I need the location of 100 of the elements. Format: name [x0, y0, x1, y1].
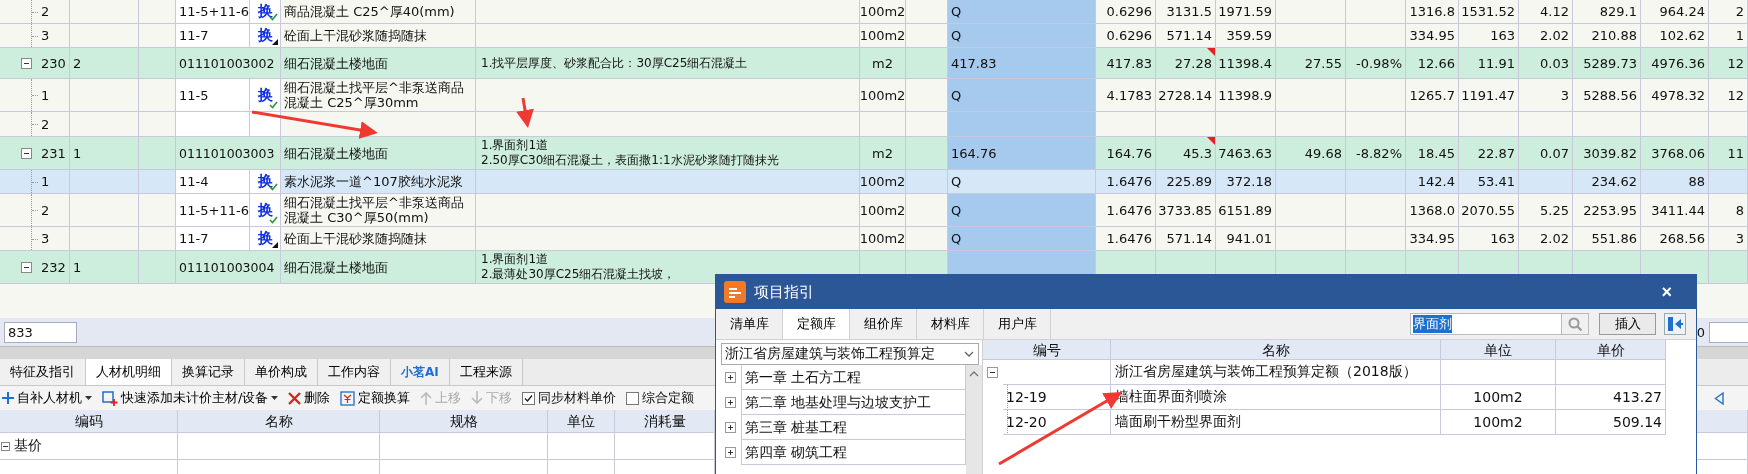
table-cell: 商品混凝土 C25^厚40(mm) — [284, 4, 455, 19]
table-cell: 359.59 — [1226, 28, 1272, 43]
table-cell: 11 — [1727, 145, 1744, 161]
table-cell: 100m2 — [859, 202, 906, 218]
table-cell: 372.18 — [1226, 174, 1272, 189]
table-cell: 3039.82 — [1583, 145, 1637, 161]
table-cell: 45.3 — [1183, 145, 1212, 161]
table-cell: 1971.59 — [1218, 4, 1272, 19]
table-cell: 1 — [41, 174, 50, 189]
table-cell: 1 — [41, 87, 50, 103]
table-cell: 砼面上干混砂浆随捣随抹 — [284, 28, 427, 43]
table-cell: 413.27 — [1613, 389, 1662, 405]
table-cell: 268.56 — [1659, 231, 1705, 246]
table-cell: 细石混凝土楼地面 — [284, 145, 388, 161]
value-label: 0 — [1696, 324, 1705, 340]
table-cell: 细石混凝土楼地面 — [284, 259, 388, 275]
table-cell: 细石混凝土楼地面 — [284, 55, 388, 71]
table-cell: 230 — [41, 55, 66, 71]
table-cell: 12-20 — [1006, 414, 1047, 430]
table-cell: 3131.5 — [1166, 4, 1212, 19]
table-cell: 2 — [1735, 4, 1744, 19]
table-cell: 232 — [41, 259, 66, 275]
table-cell: -8.82% — [1356, 145, 1402, 161]
table-cell: 4.12 — [1540, 4, 1569, 19]
table-cell: 1.6476 — [1106, 202, 1152, 218]
table-cell: 2 — [41, 116, 50, 132]
table-cell: 102.62 — [1659, 28, 1705, 43]
table-cell: 6151.89 — [1218, 202, 1272, 218]
table-cell: 551.86 — [1591, 231, 1637, 246]
table-cell: 22.87 — [1477, 145, 1515, 161]
table-cell: 829.1 — [1599, 4, 1637, 19]
table-cell: 210.88 — [1591, 28, 1637, 43]
table-cell: 142.4 — [1417, 174, 1455, 189]
table-cell: 砼面上干混砂浆随捣随抹 — [284, 231, 427, 246]
table-cell: 3 — [1735, 231, 1744, 246]
table-cell: 4.1783 — [1106, 87, 1152, 103]
table-cell: 3733.85 — [1158, 202, 1212, 218]
table-cell: 231 — [41, 145, 66, 161]
table-cell: 12 — [1727, 87, 1744, 103]
table-cell: 100m2 — [859, 28, 906, 43]
table-cell: 1.找平层厚度、砂浆配合比：30厚C25细石混凝土 — [481, 55, 748, 71]
table-cell: 3 — [41, 28, 50, 43]
table-cell: m2 — [872, 55, 893, 71]
table-cell: 5.25 — [1540, 202, 1569, 218]
table-cell: 941.01 — [1226, 231, 1272, 246]
table-cell: 1531.52 — [1461, 4, 1515, 19]
table-cell: 571.14 — [1166, 231, 1212, 246]
table-cell: Q — [948, 24, 1096, 48]
table-cell: 163 — [1490, 28, 1515, 43]
table-cell: 164.76 — [1106, 145, 1152, 161]
table-cell: 334.95 — [1409, 231, 1455, 246]
table-cell: 1316.8 — [1409, 4, 1455, 19]
table-cell: 1 — [1735, 28, 1744, 43]
table-cell: 基价 — [14, 437, 42, 455]
table-cell: m2 — [872, 145, 893, 161]
table-cell: 27.28 — [1174, 55, 1212, 71]
table-cell: 11-7 — [176, 227, 250, 251]
table-cell: 1191.47 — [1461, 87, 1515, 103]
table-cell: 1.6476 — [1106, 174, 1152, 189]
table-cell: 3411.44 — [1651, 202, 1705, 218]
table-cell: 2 — [73, 55, 82, 71]
table-cell: 2.02 — [1540, 231, 1569, 246]
table-cell: 53.41 — [1477, 174, 1515, 189]
table-cell: 0.6296 — [1106, 28, 1152, 43]
table-cell: 571.14 — [1166, 28, 1212, 43]
table-cell: 7463.63 — [1218, 145, 1272, 161]
table-cell: 2070.55 — [1461, 202, 1515, 218]
table-cell: 4978.32 — [1651, 87, 1705, 103]
table-cell: 100m2 — [1473, 389, 1523, 405]
table-cell: 2 — [41, 4, 50, 19]
table-cell: 417.83 — [1106, 55, 1152, 71]
table-cell: 0.6296 — [1106, 4, 1152, 19]
table-cell: 100m2 — [1473, 414, 1523, 430]
table-cell: 11-4 — [176, 170, 250, 194]
table-cell: 1.界面剂1道 2.最薄处30厚C25细石混凝土找坡， — [481, 252, 676, 282]
table-cell: 0.07 — [1540, 145, 1569, 161]
table-cell: 11398.4 — [1218, 55, 1272, 71]
window-title: 项目指引 — [754, 282, 814, 302]
table-cell: 225.89 — [1166, 174, 1212, 189]
table-cell: 3768.06 — [1651, 145, 1705, 161]
table-cell: 11.91 — [1477, 55, 1515, 71]
table-cell: 4976.36 — [1651, 55, 1705, 71]
table-cell: 011101003002 — [179, 55, 275, 71]
table-cell: 234.62 — [1591, 174, 1637, 189]
table-cell: -0.98% — [1356, 55, 1402, 71]
table-cell: 素水泥浆一道^107胶纯水泥浆 — [284, 174, 463, 189]
table-cell: 27.55 — [1304, 55, 1342, 71]
table-cell: 11-5 — [176, 79, 250, 112]
table-cell: 509.14 — [1613, 414, 1662, 430]
table-cell: 11398.9 — [1218, 87, 1272, 103]
table-cell: 2728.14 — [1158, 87, 1212, 103]
table-cell-text: 细石混凝土找平层^非泵送商品混凝土 C25^厚30mm — [284, 80, 465, 110]
table-cell: 11-7 — [176, 24, 250, 48]
table-cell: 12.66 — [1417, 55, 1455, 71]
table-cell: 1 — [73, 259, 82, 275]
table-cell: 1265.7 — [1409, 87, 1455, 103]
table-cell: 1.6476 — [1106, 231, 1152, 246]
table-cell: Q — [948, 0, 1096, 24]
table-cell: 3 — [1560, 87, 1569, 103]
table-cell: 墙面刷干粉型界面剂 — [1115, 413, 1241, 431]
